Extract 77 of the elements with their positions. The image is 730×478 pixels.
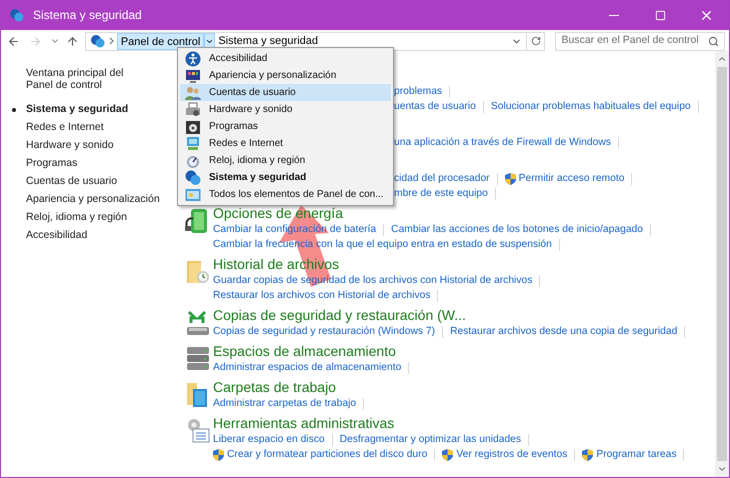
sidebar-home-link[interactable]: Ventana principal del Panel de control	[26, 67, 136, 91]
menu-item[interactable]: Accesibilidad	[180, 50, 391, 67]
sidebar-link[interactable]: Cuentas de usuario	[26, 174, 118, 190]
backup-drive-icon	[185, 309, 211, 337]
menu-item[interactable]: Todos los elementos de Panel de con...	[180, 186, 391, 203]
menu-item[interactable]: Redes e Internet	[180, 135, 391, 152]
task-link[interactable]: uentas de usuario	[394, 98, 476, 114]
shield-icon	[582, 448, 594, 460]
task-link[interactable]: Administrar espacios de almacenamiento	[213, 360, 402, 376]
network-icon	[185, 136, 201, 152]
separator-chevron-icon	[108, 37, 114, 45]
task-link[interactable]: Liberar espacio en disco	[213, 432, 325, 448]
section-heading-link[interactable]: Espacios de almacenamiento	[213, 343, 410, 360]
users-icon	[185, 84, 201, 100]
sidebar-link[interactable]: Hardware y sonido	[26, 138, 114, 154]
task-link[interactable]: mbre de este equipo	[394, 186, 488, 202]
up-arrow-icon	[66, 34, 80, 48]
section-heading-link[interactable]: Herramientas administrativas	[213, 415, 684, 432]
sidebar-link[interactable]: Redes e Internet	[26, 120, 104, 136]
monitor-icon	[185, 68, 201, 84]
task-link[interactable]: Programar tareas	[596, 446, 676, 462]
window-title: Sistema y seguridad	[33, 7, 142, 24]
maximize-icon	[654, 10, 666, 20]
menu-item[interactable]: Sistema y seguridad	[180, 169, 391, 186]
folder-clock-icon	[185, 258, 211, 286]
control-panel-window-icon	[185, 186, 201, 202]
task-link[interactable]: Cambiar la frecuencia con la que el equipo entra en estado de suspensión	[213, 236, 552, 252]
forward-arrow-icon	[29, 34, 42, 48]
section-heading-link[interactable]: Opciones de energía	[213, 205, 652, 222]
menu-item[interactable]: Hardware y sonido	[180, 101, 391, 118]
menu-item[interactable]: Reloj, idioma y región	[180, 152, 391, 169]
back-arrow-icon	[7, 34, 20, 48]
task-link[interactable]: problemas	[394, 84, 442, 100]
task-link[interactable]: Cambiar la configuración de batería	[213, 222, 376, 238]
sidebar-link[interactable]: Programas	[26, 156, 78, 172]
task-link[interactable]: Solucionar problemas habituales del equipo	[490, 98, 691, 114]
menu-item[interactable]: Apariencia y personalización	[180, 67, 391, 84]
task-link[interactable]: Copias de seguridad y restauración (Windows 7)	[213, 324, 436, 340]
search-field[interactable]: Buscar en el Panel de control	[555, 32, 726, 50]
control-panel-icon	[90, 34, 106, 48]
task-link[interactable]: Desfragmentar y optimizar las unidades	[340, 432, 522, 448]
task-link[interactable]: Ver registros de eventos	[456, 446, 568, 462]
task-link[interactable]: una aplicación a través de Firewall de Windows	[394, 134, 611, 150]
menu-item[interactable]: Cuentas de usuario	[180, 84, 391, 101]
drive-stack-icon	[185, 345, 211, 373]
scrollbar-thumb[interactable]	[717, 67, 727, 461]
breadcrumb[interactable]: Panel de control	[116, 32, 204, 50]
menu-item[interactable]: Programas	[180, 118, 391, 135]
accessibility-icon	[185, 50, 201, 66]
printer-icon	[185, 102, 201, 118]
sidebar-link[interactable]: Sistema y seguridad	[26, 102, 128, 118]
task-link[interactable]: Crear y formatear particiones del disco duro	[227, 446, 428, 462]
scrollbar[interactable]	[715, 51, 729, 477]
task-link[interactable]: Administrar carpetas de trabajo	[213, 396, 356, 412]
task-link[interactable]: Cambiar las acciones de los botones de inicio/apagado	[391, 222, 644, 238]
section-heading-link[interactable]: Copias de seguridad y restauración (W...	[213, 307, 686, 324]
shield-icon	[213, 448, 224, 460]
sidebar-link[interactable]: Apariencia y personalización	[26, 192, 160, 208]
disc-box-icon	[185, 118, 201, 134]
shield-icon	[504, 172, 516, 184]
section-heading-link[interactable]: Carpetas de trabajo	[213, 379, 364, 396]
task-link[interactable]: Restaurar archivos desde una copia de seguridad	[450, 324, 678, 340]
gear-list-icon	[185, 417, 211, 445]
task-link[interactable]: cidad del procesador	[394, 170, 490, 186]
sidebar-link[interactable]: Reloj, idioma y región	[26, 210, 127, 226]
current-page-bullet-icon	[12, 108, 16, 112]
refresh-icon	[530, 36, 541, 46]
task-link[interactable]: Permitir acceso remoto	[518, 170, 624, 186]
section-heading-link[interactable]: Historial de archivos	[213, 256, 540, 273]
search-icon	[708, 36, 720, 46]
minimize-icon	[609, 14, 619, 16]
task-link[interactable]: Guardar copias de seguridad de los archivos con Historial de archivos	[213, 272, 532, 288]
shield-icon	[442, 448, 454, 460]
task-link[interactable]: Restaurar los archivos con Historial de archivos	[213, 288, 430, 304]
breadcrumb[interactable]: Sistema y seguridad	[215, 32, 321, 50]
control-panel-icon	[9, 8, 25, 22]
sidebar-link[interactable]: Accesibilidad	[26, 228, 88, 244]
